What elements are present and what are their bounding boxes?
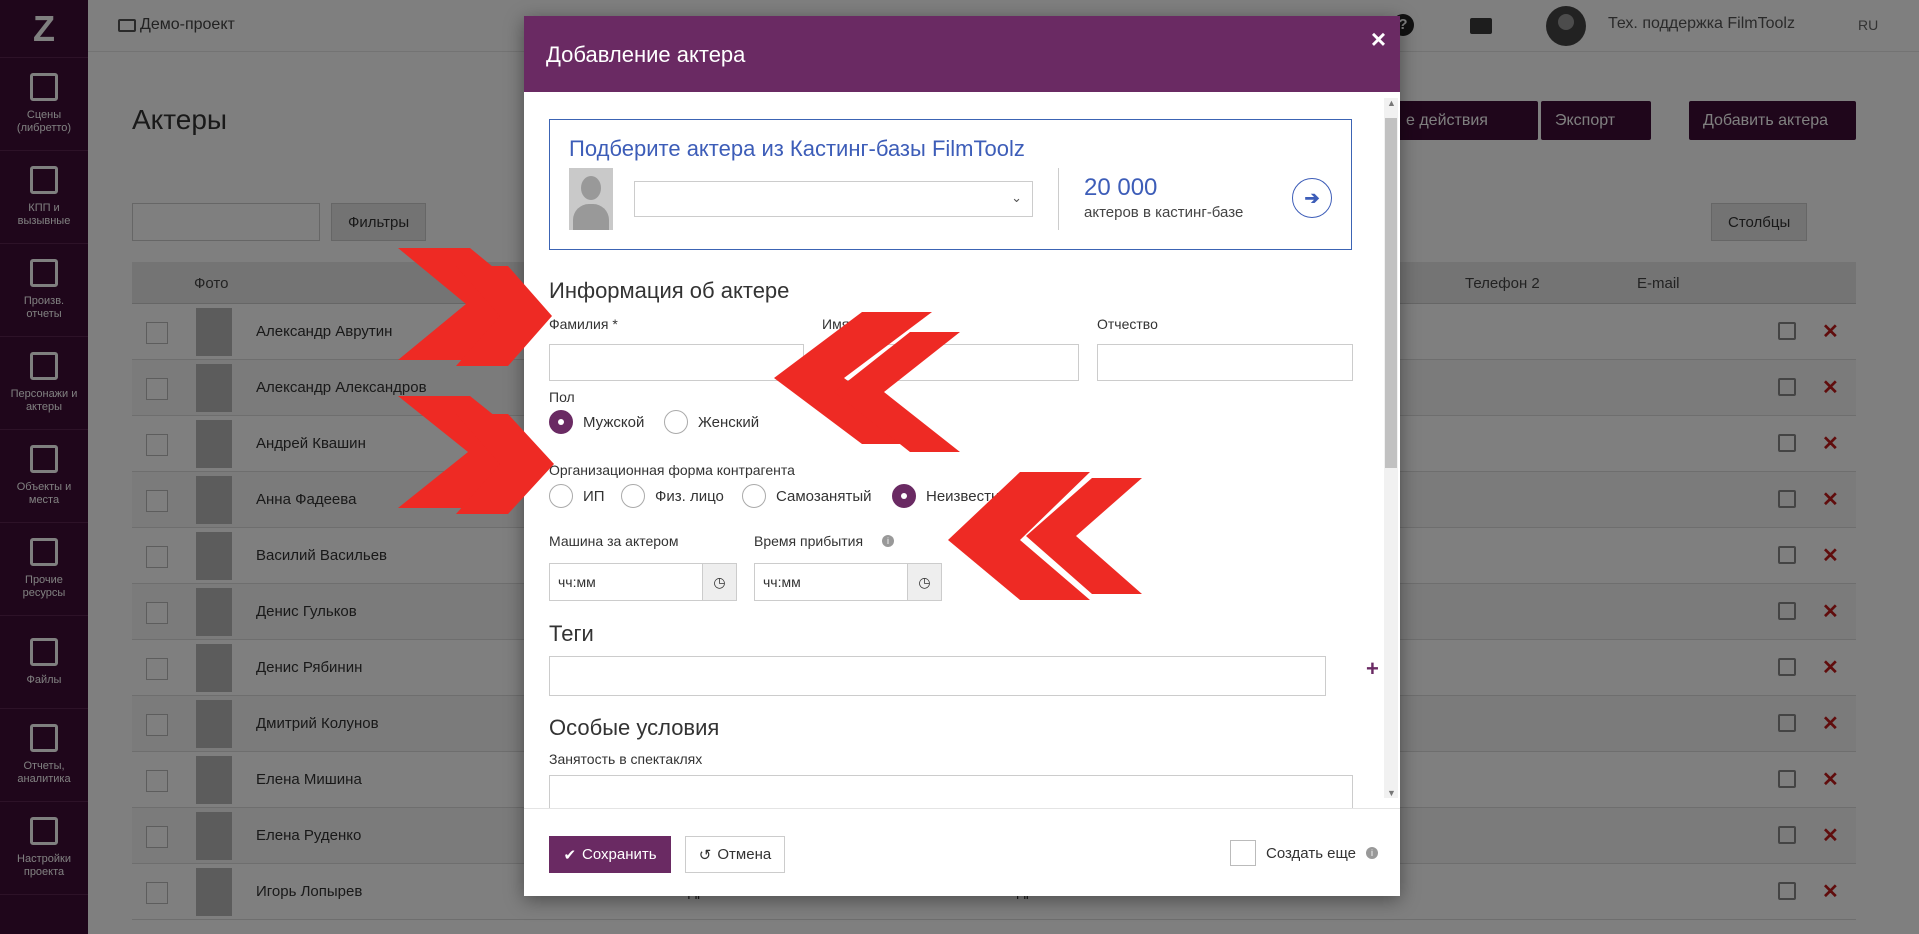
arrow-group-surname [398, 248, 552, 366]
arrow-group-orgform [398, 396, 554, 514]
annotation-arrows [398, 248, 1142, 600]
arrow-group-time [948, 472, 1142, 600]
arrow-group-gender [774, 312, 960, 452]
